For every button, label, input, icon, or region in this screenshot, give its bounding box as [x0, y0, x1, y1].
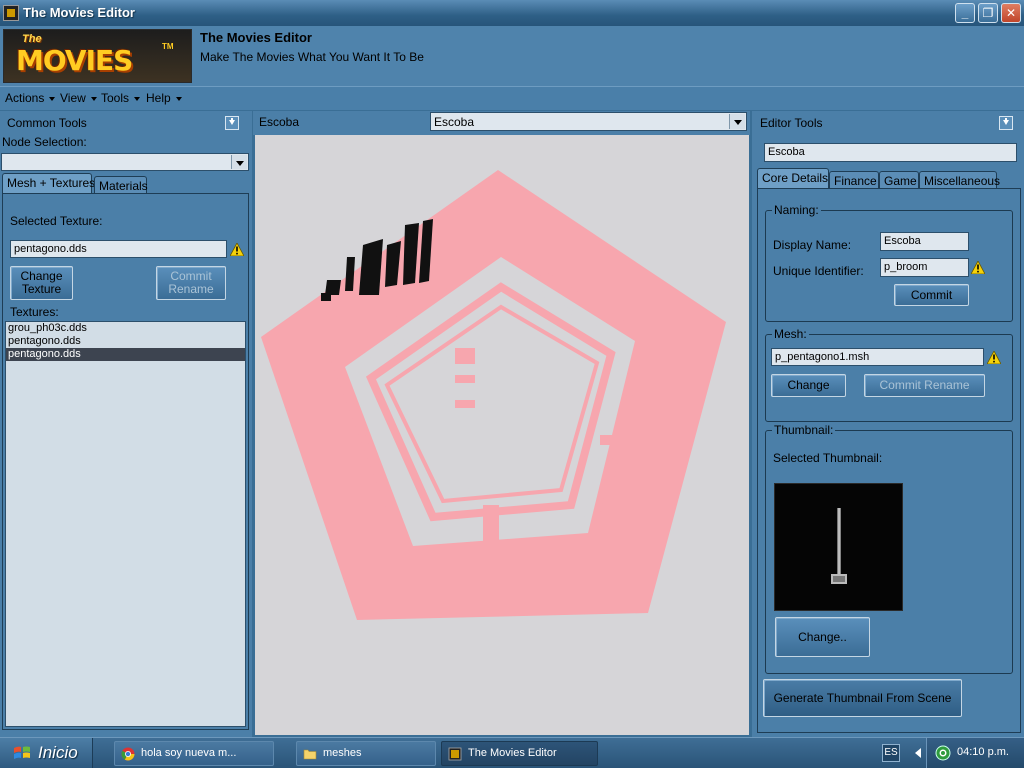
tab-miscellaneous[interactable]: Miscellaneous: [919, 171, 1000, 189]
tab-finance[interactable]: Finance: [829, 171, 879, 189]
clock: 04:10 p.m.: [957, 746, 1009, 758]
warning-icon: [987, 351, 1001, 364]
selected-texture-label: Selected Texture:: [10, 214, 103, 228]
warning-icon: [230, 243, 244, 256]
header-banner: The MOVIES TM The Movies Editor Make The…: [0, 26, 1024, 86]
thumbnail-preview: [774, 483, 903, 611]
menu-actions[interactable]: Actions: [5, 91, 56, 105]
tab-core-details[interactable]: Core Details: [757, 168, 829, 189]
movies-editor-icon: [448, 747, 462, 761]
node-selection-combo[interactable]: [1, 153, 249, 171]
common-tools-panel: Common Tools Node Selection: Mesh + Text…: [0, 111, 252, 737]
unique-identifier-label: Unique Identifier:: [773, 264, 864, 278]
textures-label: Textures:: [10, 305, 59, 319]
display-name-label: Display Name:: [773, 238, 852, 252]
mesh-legend: Mesh:: [772, 327, 809, 341]
taskbar-item-browser[interactable]: hola soy nueva m...: [114, 741, 274, 766]
display-name-field[interactable]: Escoba: [880, 232, 969, 251]
change-thumbnail-button[interactable]: Change..: [775, 617, 870, 657]
system-tray: 04:10 p.m.: [926, 738, 1024, 768]
selected-thumbnail-label: Selected Thumbnail:: [773, 451, 883, 465]
dropdown-arrow-icon[interactable]: [231, 155, 247, 169]
node-selection-label: Node Selection:: [2, 135, 87, 149]
object-select-value: Escoba: [434, 115, 475, 129]
tray-expand-icon[interactable]: [915, 748, 921, 758]
taskbar: Inicio hola soy nueva m... meshes The Mo…: [0, 737, 1024, 768]
editor-tools-panel: Editor Tools Escoba Core Details Finance…: [752, 111, 1024, 737]
object-header: Escoba Escoba: [253, 111, 750, 135]
pentagon-mesh-render: [261, 170, 726, 620]
texture-list-item[interactable]: pentagono.dds: [6, 335, 245, 348]
thumbnail-group: Thumbnail: Selected Thumbnail: Change..: [765, 423, 1013, 674]
naming-group: Naming: Display Name: Escoba Unique Iden…: [765, 203, 1013, 322]
caret-down-icon: [175, 96, 182, 101]
selected-texture-field[interactable]: pentagono.dds: [10, 240, 227, 258]
taskbar-item-label: hola soy nueva m...: [141, 747, 237, 759]
menu-bar: Actions View Tools Help: [0, 86, 1024, 110]
tab-mesh-textures[interactable]: Mesh + Textures: [2, 173, 95, 194]
textures-list[interactable]: grou_ph03c.dds pentagono.dds pentagono.d…: [5, 321, 246, 727]
3d-viewport[interactable]: [255, 135, 749, 735]
thumbnail-legend: Thumbnail:: [772, 423, 836, 437]
taskbar-item-meshes[interactable]: meshes: [296, 741, 436, 766]
menu-view-label: View: [60, 91, 86, 105]
commit-rename-mesh-button[interactable]: Commit Rename: [864, 374, 985, 397]
network-status-icon[interactable]: [935, 745, 951, 761]
close-button[interactable]: ✕: [1001, 3, 1021, 23]
warning-icon: [971, 261, 985, 274]
change-texture-button[interactable]: Change Texture: [10, 266, 73, 300]
minimize-button[interactable]: _: [955, 3, 975, 23]
menu-help[interactable]: Help: [146, 91, 182, 105]
windows-logo-icon: [14, 746, 30, 759]
core-details-tab-content: Naming: Display Name: Escoba Unique Iden…: [757, 188, 1021, 733]
object-select-combo[interactable]: Escoba: [430, 112, 747, 131]
commit-naming-button[interactable]: Commit: [894, 284, 969, 306]
app-name: The Movies Editor: [200, 30, 312, 45]
chrome-icon: [121, 747, 135, 761]
menu-view[interactable]: View: [60, 91, 97, 105]
menu-tools[interactable]: Tools: [101, 91, 141, 105]
mesh-textures-tab-content: Selected Texture: pentagono.dds Change T…: [2, 193, 249, 730]
object-name-field[interactable]: Escoba: [764, 143, 1017, 162]
taskbar-item-label: meshes: [323, 747, 362, 759]
editor-tools-title: Editor Tools: [760, 116, 823, 130]
start-label: Inicio: [38, 743, 78, 762]
folder-icon: [303, 749, 317, 760]
app-icon: [3, 5, 19, 21]
caret-down-icon: [49, 96, 56, 101]
logo-tm-text: TM: [162, 42, 174, 51]
unique-identifier-field[interactable]: p_broom: [880, 258, 969, 277]
common-tools-title: Common Tools: [7, 116, 87, 130]
logo-movies-text: MOVIES: [16, 44, 133, 77]
broom-thumbnail-image: [831, 508, 847, 584]
tab-materials[interactable]: Materials: [94, 176, 148, 194]
texture-list-item[interactable]: grou_ph03c.dds: [6, 322, 245, 335]
window-titlebar: The Movies Editor _ ❐ ✕: [0, 0, 1024, 26]
collapse-down-icon[interactable]: [225, 116, 239, 130]
taskbar-item-label: The Movies Editor: [468, 747, 557, 759]
menu-actions-label: Actions: [5, 91, 45, 105]
menu-tools-label: Tools: [101, 91, 130, 105]
language-indicator[interactable]: ES: [882, 744, 900, 762]
mesh-group: Mesh: p_pentagono1.msh Change Commit Ren…: [765, 327, 1013, 422]
texture-list-item-selected[interactable]: pentagono.dds: [6, 348, 245, 361]
commit-rename-texture-button[interactable]: Commit Rename: [156, 266, 226, 300]
maximize-button[interactable]: ❐: [978, 3, 998, 23]
app-tagline: Make The Movies What You Want It To Be: [200, 50, 424, 64]
caret-down-icon: [90, 96, 97, 101]
generate-thumbnail-button[interactable]: Generate Thumbnail From Scene: [763, 679, 962, 717]
object-name-label: Escoba: [259, 115, 300, 129]
dropdown-arrow-icon[interactable]: [729, 114, 745, 129]
tab-game[interactable]: Game: [879, 171, 919, 189]
naming-legend: Naming:: [772, 203, 821, 217]
caret-down-icon: [134, 96, 141, 101]
change-mesh-button[interactable]: Change: [771, 374, 846, 397]
menu-help-label: Help: [146, 91, 171, 105]
window-title: The Movies Editor: [23, 5, 135, 20]
collapse-down-icon[interactable]: [999, 116, 1013, 130]
taskbar-item-movies-editor[interactable]: The Movies Editor: [441, 741, 598, 766]
start-button[interactable]: Inicio: [0, 738, 93, 768]
mesh-file-field[interactable]: p_pentagono1.msh: [771, 348, 984, 366]
the-movies-logo: The MOVIES TM: [3, 29, 192, 83]
